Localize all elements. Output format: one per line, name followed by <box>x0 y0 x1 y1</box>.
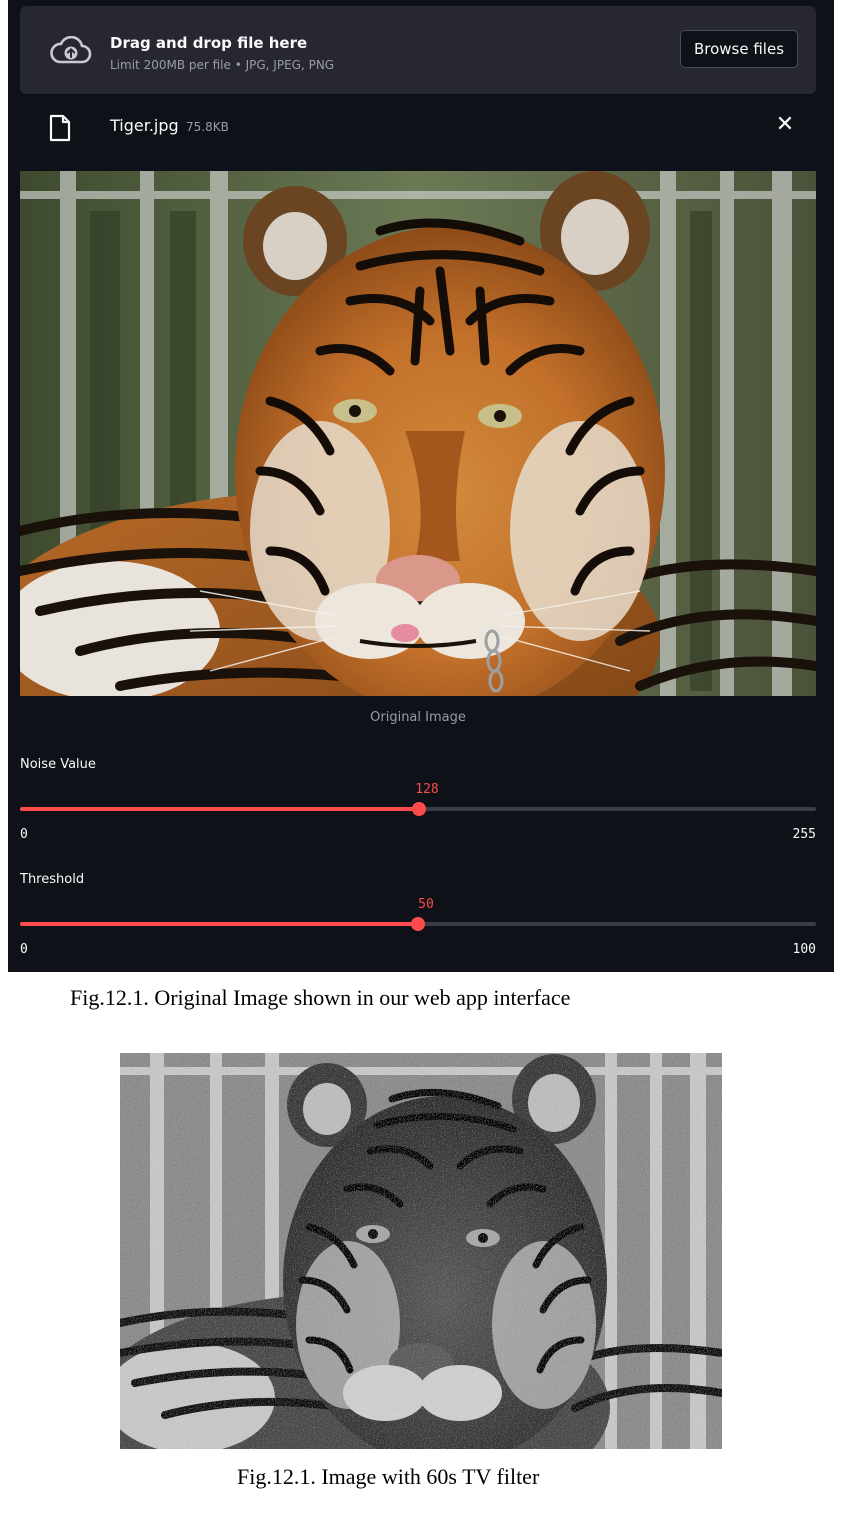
noise-value-slider-fill <box>20 807 419 811</box>
close-icon[interactable]: ✕ <box>774 114 796 136</box>
file-name: Tiger.jpg <box>110 116 179 135</box>
uploaded-file-row: Tiger.jpg 75.8KB ✕ <box>20 106 816 146</box>
app-panel: Drag and drop file here Limit 200MB per … <box>8 0 834 972</box>
threshold-max: 100 <box>792 942 816 957</box>
file-size: 75.8KB <box>186 120 229 134</box>
file-dropzone[interactable]: Drag and drop file here Limit 200MB per … <box>20 6 816 94</box>
figure-caption-original: Fig.12.1. Original Image shown in our we… <box>70 985 571 1010</box>
dropzone-limit-text: Limit 200MB per file • JPG, JPEG, PNG <box>110 58 335 72</box>
threshold-label: Threshold <box>20 872 85 887</box>
tv-filtered-image <box>120 1053 722 1449</box>
noise-value-min: 0 <box>20 827 28 842</box>
browse-files-button[interactable]: Browse files <box>680 30 798 68</box>
threshold-slider[interactable] <box>20 917 816 931</box>
dropzone-title: Drag and drop file here <box>110 34 308 52</box>
image-caption: Original Image <box>370 710 466 725</box>
threshold-readout: 50 <box>418 897 434 912</box>
threshold-slider-fill <box>20 922 418 926</box>
tiger-photo <box>20 171 816 696</box>
noise-value-label: Noise Value <box>20 757 96 772</box>
threshold-min: 0 <box>20 942 28 957</box>
figure-caption-tv-filter: Fig.12.1. Image with 60s TV filter <box>237 1464 540 1489</box>
original-image <box>20 171 816 696</box>
noise-value-slider[interactable] <box>20 802 816 816</box>
threshold-slider-thumb[interactable] <box>411 917 425 931</box>
noise-value-slider-thumb[interactable] <box>412 802 426 816</box>
noise-value-readout: 128 <box>415 782 439 797</box>
cloud-upload-icon <box>50 36 92 64</box>
tiger-tv-filtered-photo <box>120 1053 722 1449</box>
file-icon <box>49 114 71 142</box>
noise-value-max: 255 <box>792 827 816 842</box>
